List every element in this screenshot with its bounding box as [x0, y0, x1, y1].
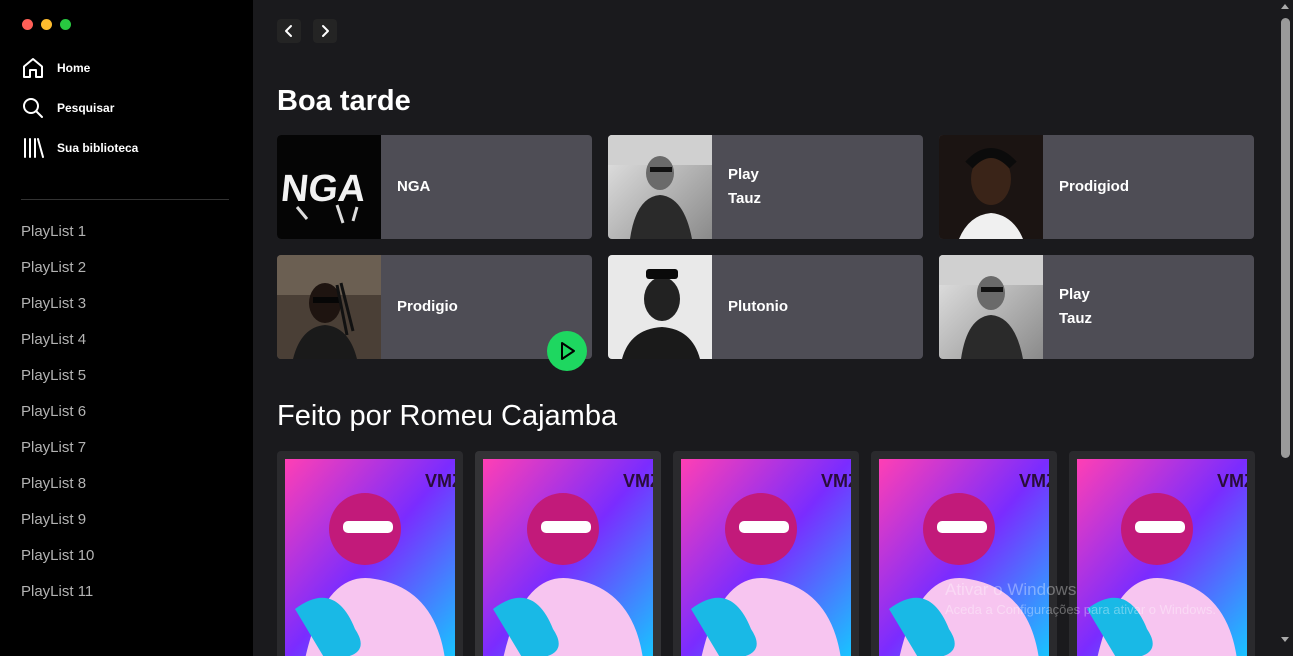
playlist-list: PlayList 1 PlayList 2 PlayList 3 PlayLis…	[21, 222, 94, 618]
album-card[interactable]: VMZ	[673, 451, 859, 656]
playlist-item[interactable]: PlayList 1	[21, 222, 94, 258]
tauz-portrait-image	[608, 135, 712, 239]
minimize-window-button[interactable]	[41, 19, 52, 30]
close-window-button[interactable]	[22, 19, 33, 30]
library-icon	[24, 138, 44, 158]
quick-pick-card[interactable]: Prodigiod	[939, 135, 1254, 239]
home-icon	[23, 58, 43, 78]
prodigio-photo-image	[277, 255, 381, 359]
svg-text:VMZ: VMZ	[1217, 471, 1247, 491]
chevron-right-icon	[322, 25, 329, 37]
card-title: Prodigiod	[1059, 178, 1129, 195]
album-card[interactable]: VMZ	[1069, 451, 1255, 656]
album-cover-image: VMZ	[285, 459, 455, 656]
quick-pick-card[interactable]: Play Tauz	[608, 135, 923, 239]
album-card[interactable]: VMZ	[277, 451, 463, 656]
plutonio-portrait-image	[608, 255, 712, 359]
main-content: Boa tarde NGA NGA Play Tauz Prodigiod Pr…	[253, 0, 1278, 656]
prodigio-portrait-image	[939, 135, 1043, 239]
vertical-scrollbar[interactable]	[1278, 0, 1293, 656]
card-title: Play Tauz	[728, 166, 762, 207]
playlist-item[interactable]: PlayList 4	[21, 330, 94, 366]
quick-picks-grid: NGA NGA Play Tauz Prodigiod Prodigio Plu…	[277, 135, 1254, 371]
back-button[interactable]	[277, 19, 301, 43]
playlist-item[interactable]: PlayList 3	[21, 294, 94, 330]
album-cover-image: VMZ	[483, 459, 653, 656]
nav-library-label: Sua biblioteca	[57, 141, 139, 155]
forward-button[interactable]	[313, 19, 337, 43]
sidebar-divider	[21, 199, 229, 200]
playlist-item[interactable]: PlayList 7	[21, 438, 94, 474]
search-icon	[23, 98, 43, 118]
windows-activation-watermark: Ativar o Windows Aceda a Configurações p…	[945, 580, 1216, 617]
svg-text:VMZ: VMZ	[1019, 471, 1049, 491]
card-title: Play Tauz	[1059, 286, 1093, 327]
playlist-item[interactable]: PlayList 10	[21, 546, 94, 582]
nav-library[interactable]: Sua biblioteca	[21, 135, 138, 161]
album-cover-image: VMZ	[1077, 459, 1247, 656]
card-title: Plutonio	[728, 298, 788, 315]
sidebar: Home Pesquisar Sua biblioteca PlayList 1…	[0, 0, 253, 656]
tauz-portrait-image	[939, 255, 1043, 359]
playlist-item[interactable]: PlayList 11	[21, 582, 94, 618]
card-title: NGA	[397, 178, 431, 195]
quick-pick-card[interactable]: Prodigio	[277, 255, 592, 371]
svg-text:VMZ: VMZ	[425, 471, 455, 491]
playlist-item[interactable]: PlayList 5	[21, 366, 94, 402]
made-for-row: VMZ VMZ	[277, 451, 1255, 656]
greeting-title: Boa tarde	[277, 85, 411, 117]
svg-text:VMZ: VMZ	[821, 471, 851, 491]
album-card[interactable]: VMZ	[475, 451, 661, 656]
playlist-item[interactable]: PlayList 2	[21, 258, 94, 294]
nav-home-label: Home	[57, 61, 91, 75]
watermark-line1: Ativar o Windows	[945, 580, 1077, 599]
watermark-line2: Aceda a Configurações para ativar o Wind…	[945, 602, 1216, 617]
history-nav	[277, 19, 337, 43]
album-cover-image: VMZ	[681, 459, 851, 656]
svg-text:NGA: NGA	[279, 168, 368, 210]
card-title: Prodigio	[397, 298, 458, 315]
maximize-window-button[interactable]	[60, 19, 71, 30]
playlist-item[interactable]: PlayList 6	[21, 402, 94, 438]
album-card[interactable]: VMZ	[871, 451, 1057, 656]
main-nav: Home Pesquisar Sua biblioteca	[21, 55, 138, 175]
playlist-item[interactable]: PlayList 8	[21, 474, 94, 510]
chevron-left-icon	[285, 25, 292, 37]
play-button[interactable]	[547, 331, 587, 371]
quick-pick-card[interactable]: Play Tauz	[939, 255, 1254, 359]
album-cover-image: VMZ	[879, 459, 1049, 656]
nga-logo-image: NGA	[277, 135, 381, 239]
quick-pick-card[interactable]: NGA NGA	[277, 135, 592, 239]
quick-pick-card[interactable]: Plutonio	[608, 255, 923, 359]
playlist-item[interactable]: PlayList 9	[21, 510, 94, 546]
section-title: Feito por Romeu Cajamba	[277, 400, 618, 432]
window-controls	[22, 19, 71, 30]
scroll-down-arrow[interactable]	[1281, 637, 1289, 642]
nav-search-label: Pesquisar	[57, 101, 115, 115]
svg-text:VMZ: VMZ	[623, 471, 653, 491]
nav-search[interactable]: Pesquisar	[21, 95, 138, 121]
scroll-up-arrow[interactable]	[1281, 4, 1289, 9]
scroll-thumb[interactable]	[1281, 18, 1290, 458]
play-icon	[561, 342, 575, 360]
nav-home[interactable]: Home	[21, 55, 138, 81]
